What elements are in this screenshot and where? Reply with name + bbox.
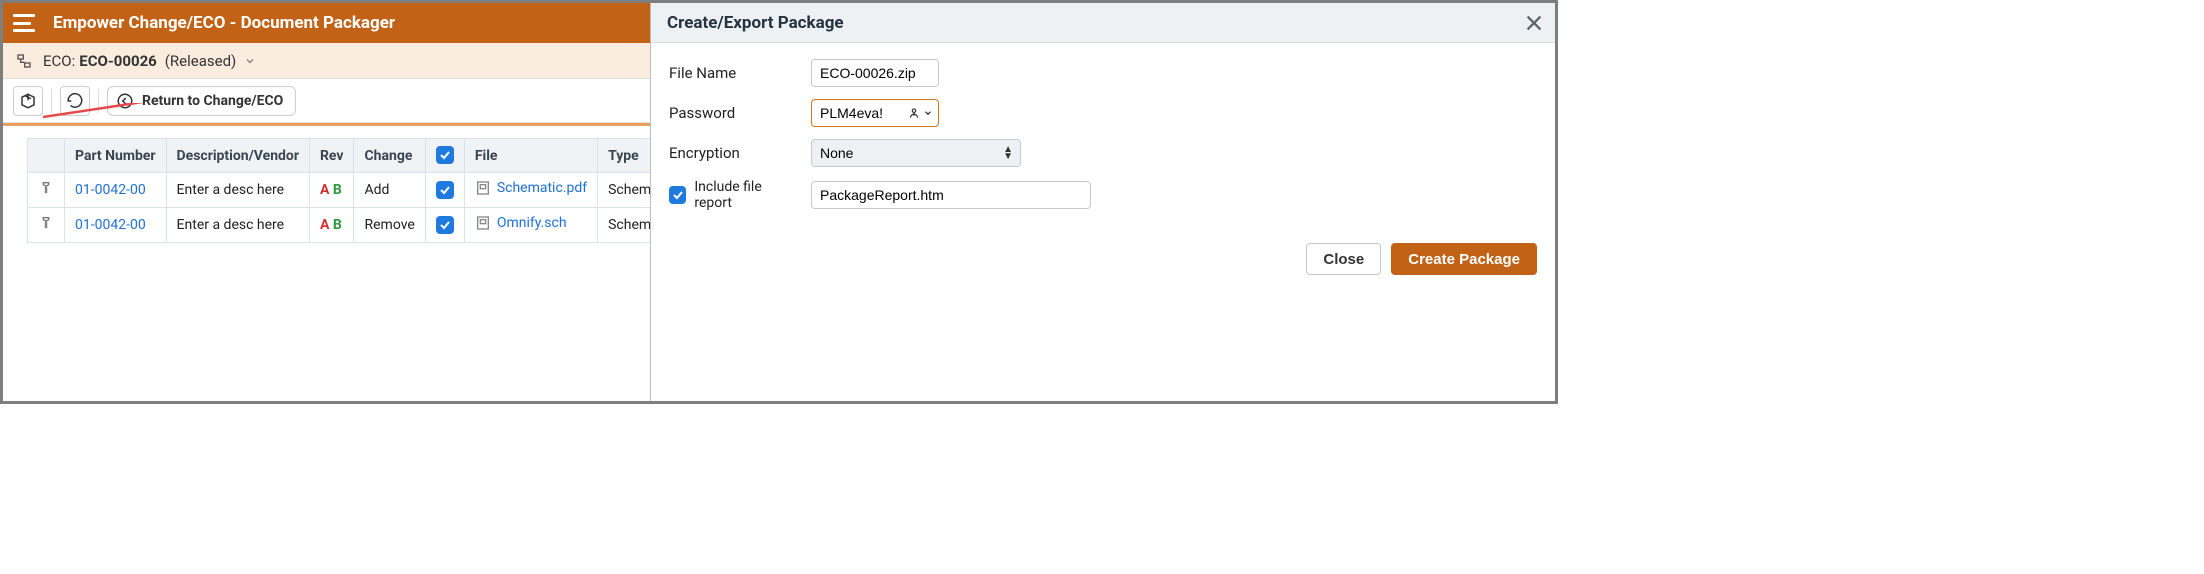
report-filename-field[interactable] <box>811 181 1091 209</box>
refresh-button[interactable] <box>60 86 90 116</box>
file-link[interactable]: Schematic.pdf <box>475 180 587 196</box>
filename-label: File Name <box>669 64 799 82</box>
return-button-label: Return to Change/ECO <box>142 93 283 109</box>
cell-desc: Enter a desc here <box>166 173 309 208</box>
include-report-label: Include file report <box>694 179 799 211</box>
part-link[interactable]: 01-0042-00 <box>75 182 146 198</box>
encryption-label: Encryption <box>669 144 799 162</box>
file-icon <box>475 180 491 196</box>
package-button[interactable] <box>13 86 43 116</box>
eco-number: ECO-00026 <box>79 52 157 70</box>
eco-bar: ECO: ECO-00026 (Released) <box>3 43 650 79</box>
password-autofill-icon[interactable] <box>907 106 933 120</box>
include-report-checkbox[interactable] <box>669 186 686 204</box>
col-rev[interactable]: Rev <box>309 139 354 173</box>
toolbar-separator <box>98 89 99 113</box>
modal-title: Create/Export Package <box>667 13 844 33</box>
toolbar: Return to Change/ECO <box>3 79 650 123</box>
col-file[interactable]: File <box>464 139 597 173</box>
cell-change: Remove <box>354 208 425 243</box>
return-button[interactable]: Return to Change/ECO <box>107 86 296 116</box>
cell-desc: Enter a desc here <box>166 208 309 243</box>
toolbar-separator <box>51 89 52 113</box>
file-link[interactable]: Omnify.sch <box>475 215 567 231</box>
modal-create-package: Create/Export Package File Name Password… <box>650 3 1555 401</box>
cell-change: Add <box>354 173 425 208</box>
col-desc[interactable]: Description/Vendor <box>166 139 309 173</box>
col-part[interactable]: Part Number <box>65 139 167 173</box>
close-button[interactable]: Close <box>1306 243 1381 275</box>
chevron-down-icon[interactable] <box>244 55 256 67</box>
eco-prefix: ECO: <box>43 52 75 70</box>
cell-rev: A B <box>309 173 354 208</box>
table-row: 01-0042-00 Enter a desc here A B Remove … <box>28 208 714 243</box>
row-checkbox[interactable] <box>436 181 454 199</box>
close-icon[interactable] <box>1523 12 1545 34</box>
documents-table: Part Number Description/Vendor Rev Chang… <box>27 138 714 243</box>
checkbox-icon[interactable] <box>436 146 454 164</box>
encryption-select[interactable]: None <box>811 139 1021 167</box>
part-link[interactable]: 01-0042-00 <box>75 217 146 233</box>
cell-rev: A B <box>309 208 354 243</box>
col-select-all[interactable] <box>425 139 464 173</box>
create-package-button[interactable]: Create Package <box>1391 243 1537 275</box>
eco-status: (Released) <box>165 52 236 70</box>
page-title: Empower Change/ECO - Document Packager <box>53 13 395 33</box>
row-type-icon <box>28 208 65 243</box>
col-change[interactable]: Change <box>354 139 425 173</box>
tree-icon <box>15 53 33 69</box>
password-label: Password <box>669 104 799 122</box>
row-type-icon <box>28 173 65 208</box>
table-row: 01-0042-00 Enter a desc here A B Add Sch… <box>28 173 714 208</box>
app-header: Empower Change/ECO - Document Packager <box>3 3 650 43</box>
screw-icon <box>38 180 54 196</box>
col-icon <box>28 139 65 173</box>
menu-icon[interactable] <box>13 14 35 32</box>
filename-field[interactable] <box>811 59 939 87</box>
row-checkbox[interactable] <box>436 216 454 234</box>
screw-icon <box>38 215 54 231</box>
file-icon <box>475 215 491 231</box>
